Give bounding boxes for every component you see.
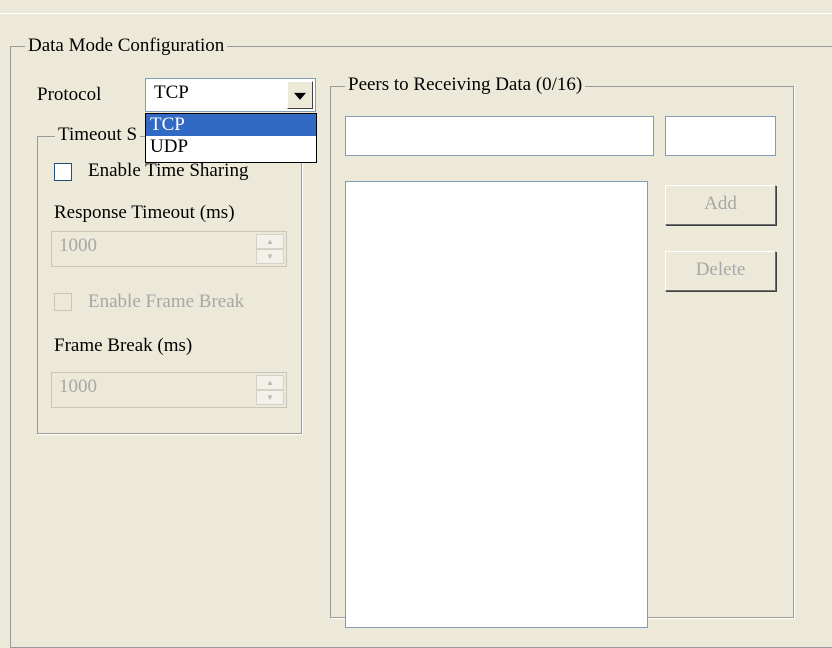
response-timeout-label: Response Timeout (ms): [54, 202, 235, 223]
spin-up-icon[interactable]: ▲: [256, 234, 284, 249]
spin-down-icon[interactable]: ▼: [256, 390, 284, 405]
peers-list[interactable]: [345, 181, 648, 628]
frame-break-spinbox[interactable]: 1000 ▲ ▼: [51, 372, 287, 408]
data-mode-configuration-title: Data Mode Configuration: [25, 35, 228, 57]
protocol-option-udp[interactable]: UDP: [146, 136, 316, 158]
enable-frame-break-checkbox[interactable]: [54, 293, 72, 311]
enable-frame-break-label: Enable Frame Break: [88, 291, 245, 312]
protocol-label: Protocol: [37, 84, 102, 105]
response-timeout-value: 1000: [59, 235, 97, 256]
chevron-down-icon[interactable]: [287, 81, 313, 109]
response-timeout-spinner[interactable]: ▲ ▼: [256, 234, 284, 264]
protocol-select[interactable]: TCP: [145, 78, 316, 112]
enable-time-sharing-label: Enable Time Sharing: [88, 160, 249, 181]
spin-up-icon[interactable]: ▲: [256, 375, 284, 390]
add-button[interactable]: Add: [665, 185, 776, 225]
spin-down-icon[interactable]: ▼: [256, 249, 284, 264]
frame-break-value: 1000: [59, 376, 97, 397]
frame-break-spinner[interactable]: ▲ ▼: [256, 375, 284, 405]
protocol-selected-value: TCP: [154, 82, 189, 103]
timeout-settings-title: Timeout S: [55, 124, 141, 146]
response-timeout-spinbox[interactable]: 1000 ▲ ▼: [51, 231, 287, 267]
delete-button[interactable]: Delete: [665, 251, 776, 291]
peer-ip-input[interactable]: [345, 116, 654, 156]
peer-port-input[interactable]: [665, 116, 776, 156]
frame-break-label: Frame Break (ms): [54, 335, 193, 356]
top-separator: [0, 13, 832, 14]
protocol-dropdown-list[interactable]: TCP UDP: [145, 113, 317, 163]
peers-group-title: Peers to Receiving Data (0/16): [345, 74, 586, 96]
protocol-option-tcp[interactable]: TCP: [146, 114, 316, 136]
enable-time-sharing-checkbox[interactable]: [54, 163, 72, 181]
